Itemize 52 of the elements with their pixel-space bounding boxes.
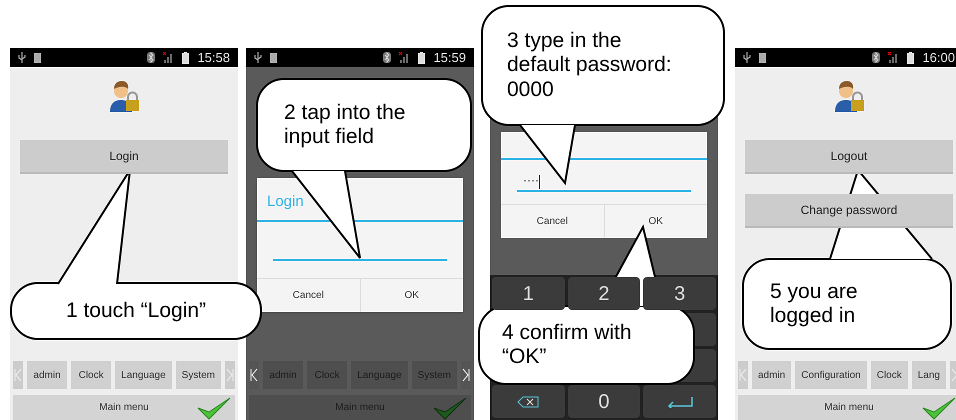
menu-tab[interactable]: System — [176, 361, 221, 389]
bluetooth-icon — [147, 52, 156, 63]
user-lock-icon — [833, 80, 865, 112]
keypad-key[interactable]: 2 — [568, 277, 640, 310]
clock-time: 15:59 — [433, 48, 466, 67]
checkmark-icon — [922, 397, 956, 420]
menu-tab[interactable]: Lang — [912, 361, 946, 389]
sim-card-icon — [759, 52, 766, 62]
menu-tab[interactable]: Clock — [870, 361, 908, 389]
user-lock-icon — [108, 80, 140, 112]
usb-icon — [743, 52, 751, 63]
callout-text: 4 confirm with “OK” — [502, 320, 633, 370]
sim-card-icon — [34, 52, 41, 62]
main-menu-bar[interactable]: Main menu — [13, 395, 235, 420]
keypad-key[interactable] — [492, 385, 565, 418]
main-menu-bar[interactable]: Main menu — [738, 395, 956, 420]
signal-icon — [163, 52, 174, 63]
backspace-icon — [517, 396, 540, 408]
callout-text: 3 type in the default password: 0000 — [507, 29, 673, 102]
keypad-key[interactable]: 0 — [568, 385, 640, 418]
battery-icon — [418, 52, 426, 64]
callout-text: 5 you are logged in — [770, 280, 859, 328]
bluetooth-icon — [383, 52, 392, 63]
menu-tab[interactable]: Configuration — [795, 361, 867, 389]
menu-tab[interactable]: Clock — [71, 361, 112, 389]
usb-icon — [18, 52, 26, 63]
signal-icon — [888, 52, 900, 63]
sim-card-icon — [270, 52, 277, 62]
dialog-button[interactable]: Cancel — [257, 278, 360, 312]
menu-button[interactable]: Logout — [745, 140, 953, 174]
checkmark-icon — [197, 397, 231, 420]
battery-icon — [182, 52, 190, 64]
dialog-button[interactable]: OK — [360, 278, 463, 312]
menu-tab[interactable]: admin — [752, 361, 792, 389]
dialog-title: Login — [266, 192, 305, 212]
checkmark-icon — [433, 397, 467, 420]
menu-tab[interactable]: admin — [27, 361, 68, 389]
keypad-key[interactable]: 3 — [643, 277, 716, 310]
callout-text: 2 tap into the input field — [284, 100, 406, 150]
bluetooth-icon — [872, 52, 880, 63]
signal-icon — [399, 52, 410, 63]
keypad-key[interactable]: 1 — [492, 277, 565, 310]
menu-button[interactable]: Change password — [745, 194, 953, 228]
keypad-key[interactable] — [643, 385, 716, 418]
menu-tab[interactable]: Language — [115, 361, 172, 389]
callout-text: 1 touch “Login” — [66, 298, 206, 324]
clock-time: 15:58 — [197, 48, 230, 67]
clock-time: 16:00 — [922, 48, 955, 67]
enter-icon — [666, 396, 693, 408]
menu-button[interactable]: Login — [20, 140, 228, 174]
battery-icon — [907, 52, 914, 64]
usb-icon — [254, 52, 262, 63]
